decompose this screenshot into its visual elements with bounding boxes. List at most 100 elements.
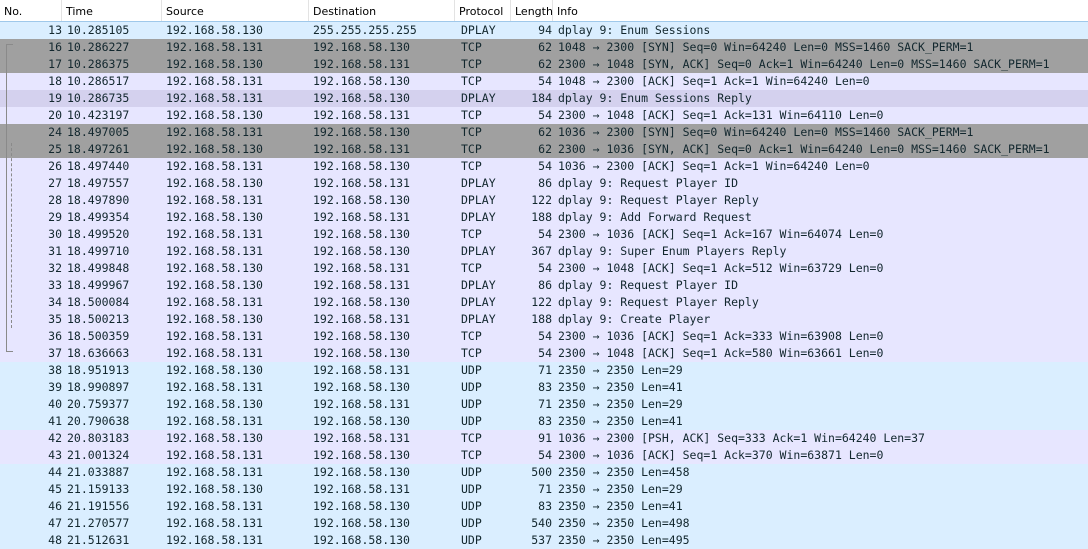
packet-protocol: DPLAY bbox=[461, 244, 496, 258]
packet-number: 27 bbox=[48, 176, 62, 190]
table-row[interactable]: 37 18.636663 192.168.58.131 192.168.58.130 T… bbox=[0, 345, 1088, 362]
packet-time: 21.270577 bbox=[67, 516, 130, 530]
packet-source: 192.168.58.131 bbox=[166, 40, 263, 54]
packet-time: 18.497440 bbox=[67, 159, 130, 173]
packet-time: 10.285105 bbox=[67, 23, 130, 37]
packet-protocol: DPLAY bbox=[461, 295, 496, 309]
packet-time: 18.990897 bbox=[67, 380, 130, 394]
table-row[interactable]: 29 18.499354 192.168.58.130 192.168.58.131 D… bbox=[0, 209, 1088, 226]
packet-number: 13 bbox=[48, 23, 62, 37]
packet-number: 26 bbox=[48, 159, 62, 173]
column-header-length[interactable]: Length bbox=[511, 0, 553, 22]
column-header-time[interactable]: Time bbox=[62, 0, 162, 22]
table-row[interactable]: 46 21.191556 192.168.58.131 192.168.58.130 U… bbox=[0, 498, 1088, 515]
packet-protocol: UDP bbox=[461, 363, 482, 377]
packet-number: 43 bbox=[48, 448, 62, 462]
table-row[interactable]: 16 10.286227 192.168.58.131 192.168.58.130 T… bbox=[0, 39, 1088, 56]
packet-destination: 192.168.58.131 bbox=[313, 397, 410, 411]
packet-length: 86 bbox=[538, 278, 552, 292]
packet-number: 41 bbox=[48, 414, 62, 428]
column-header-no[interactable]: No. bbox=[0, 0, 62, 22]
table-row[interactable]: 32 18.499848 192.168.58.130 192.168.58.131 T… bbox=[0, 260, 1088, 277]
table-row[interactable]: 31 18.499710 192.168.58.131 192.168.58.130 D… bbox=[0, 243, 1088, 260]
packet-destination: 192.168.58.131 bbox=[313, 142, 410, 156]
table-row[interactable]: 19 10.286735 192.168.58.131 192.168.58.130 D… bbox=[0, 90, 1088, 107]
column-header-source[interactable]: Source bbox=[162, 0, 309, 22]
packet-source: 192.168.58.130 bbox=[166, 482, 263, 496]
packet-info: 2350 → 2350 Len=29 bbox=[558, 482, 683, 496]
table-row[interactable]: 35 18.500213 192.168.58.130 192.168.58.131 D… bbox=[0, 311, 1088, 328]
packet-number: 29 bbox=[48, 210, 62, 224]
table-row[interactable]: 20 10.423197 192.168.58.130 192.168.58.131 T… bbox=[0, 107, 1088, 124]
table-row[interactable]: 45 21.159133 192.168.58.130 192.168.58.131 U… bbox=[0, 481, 1088, 498]
packet-protocol: DPLAY bbox=[461, 312, 496, 326]
packet-length: 500 bbox=[531, 465, 552, 479]
packet-info: 2350 → 2350 Len=495 bbox=[558, 533, 690, 547]
packet-info: dplay 9: Request Player Reply bbox=[558, 193, 759, 207]
column-header-protocol[interactable]: Protocol bbox=[455, 0, 511, 22]
table-row[interactable]: 38 18.951913 192.168.58.130 192.168.58.131 U… bbox=[0, 362, 1088, 379]
packet-info: dplay 9: Request Player Reply bbox=[558, 295, 759, 309]
packet-info: 2300 → 1036 [ACK] Seq=1 Ack=370 Win=6387… bbox=[558, 448, 884, 462]
packet-number: 39 bbox=[48, 380, 62, 394]
packet-source: 192.168.58.131 bbox=[166, 227, 263, 241]
packet-time: 21.159133 bbox=[67, 482, 130, 496]
packet-number: 45 bbox=[48, 482, 62, 496]
table-row[interactable]: 25 18.497261 192.168.58.130 192.168.58.131 T… bbox=[0, 141, 1088, 158]
table-row[interactable]: 33 18.499967 192.168.58.130 192.168.58.131 D… bbox=[0, 277, 1088, 294]
packet-time: 18.500084 bbox=[67, 295, 130, 309]
packet-time: 10.286735 bbox=[67, 91, 130, 105]
table-row[interactable]: 18 10.286517 192.168.58.131 192.168.58.130 T… bbox=[0, 73, 1088, 90]
table-row[interactable]: 48 21.512631 192.168.58.131 192.168.58.130 U… bbox=[0, 532, 1088, 549]
packet-protocol: DPLAY bbox=[461, 210, 496, 224]
packet-source: 192.168.58.131 bbox=[166, 465, 263, 479]
packet-protocol: DPLAY bbox=[461, 278, 496, 292]
table-row[interactable]: 40 20.759377 192.168.58.130 192.168.58.131 U… bbox=[0, 396, 1088, 413]
packet-protocol: TCP bbox=[461, 40, 482, 54]
packet-destination: 192.168.58.130 bbox=[313, 125, 410, 139]
table-row[interactable]: 27 18.497557 192.168.58.130 192.168.58.131 D… bbox=[0, 175, 1088, 192]
packet-destination: 255.255.255.255 bbox=[313, 23, 417, 37]
packet-time: 18.499848 bbox=[67, 261, 130, 275]
packet-source: 192.168.58.131 bbox=[166, 346, 263, 360]
table-row[interactable]: 26 18.497440 192.168.58.131 192.168.58.130 T… bbox=[0, 158, 1088, 175]
packet-number: 37 bbox=[48, 346, 62, 360]
table-row[interactable]: 13 10.285105 192.168.58.130 255.255.255.255… bbox=[0, 21, 1088, 40]
table-row[interactable]: 42 20.803183 192.168.58.130 192.168.58.131 T… bbox=[0, 430, 1088, 447]
table-row[interactable]: 34 18.500084 192.168.58.131 192.168.58.130 D… bbox=[0, 294, 1088, 311]
packet-protocol: UDP bbox=[461, 414, 482, 428]
packet-destination: 192.168.58.130 bbox=[313, 91, 410, 105]
column-header-info[interactable]: Info bbox=[553, 0, 1088, 22]
table-row[interactable]: 17 10.286375 192.168.58.130 192.168.58.131 T… bbox=[0, 56, 1088, 73]
packet-info: dplay 9: Request Player ID bbox=[558, 278, 739, 292]
table-row[interactable]: 41 20.790638 192.168.58.131 192.168.58.130 U… bbox=[0, 413, 1088, 430]
packet-time: 20.759377 bbox=[67, 397, 130, 411]
packet-length: 71 bbox=[538, 397, 552, 411]
packet-info: dplay 9: Super Enum Players Reply bbox=[558, 244, 787, 258]
table-row[interactable]: 24 18.497005 192.168.58.131 192.168.58.130 T… bbox=[0, 124, 1088, 141]
packet-time: 20.790638 bbox=[67, 414, 130, 428]
table-row[interactable]: 28 18.497890 192.168.58.131 192.168.58.130 D… bbox=[0, 192, 1088, 209]
packet-destination: 192.168.58.130 bbox=[313, 414, 410, 428]
table-row[interactable]: 47 21.270577 192.168.58.131 192.168.58.130 U… bbox=[0, 515, 1088, 532]
table-row[interactable]: 30 18.499520 192.168.58.131 192.168.58.130 T… bbox=[0, 226, 1088, 243]
packet-protocol: TCP bbox=[461, 142, 482, 156]
packet-source: 192.168.58.131 bbox=[166, 533, 263, 547]
packet-destination: 192.168.58.130 bbox=[313, 533, 410, 547]
column-header-destination[interactable]: Destination bbox=[309, 0, 455, 22]
packet-length: 54 bbox=[538, 261, 552, 275]
packet-length: 91 bbox=[538, 431, 552, 445]
packet-number: 44 bbox=[48, 465, 62, 479]
packet-number: 46 bbox=[48, 499, 62, 513]
packet-length: 94 bbox=[538, 23, 552, 37]
table-row[interactable]: 44 21.033887 192.168.58.131 192.168.58.130 U… bbox=[0, 464, 1088, 481]
packet-length: 83 bbox=[538, 499, 552, 513]
table-row[interactable]: 43 21.001324 192.168.58.131 192.168.58.130 T… bbox=[0, 447, 1088, 464]
packet-destination: 192.168.58.130 bbox=[313, 159, 410, 173]
packet-destination: 192.168.58.130 bbox=[313, 40, 410, 54]
table-row[interactable]: 36 18.500359 192.168.58.131 192.168.58.130 T… bbox=[0, 328, 1088, 345]
packet-list[interactable]: No. Time Source Destination Protocol Len… bbox=[0, 0, 1088, 549]
packet-destination: 192.168.58.130 bbox=[313, 448, 410, 462]
packet-protocol: TCP bbox=[461, 227, 482, 241]
table-row[interactable]: 39 18.990897 192.168.58.131 192.168.58.130 U… bbox=[0, 379, 1088, 396]
